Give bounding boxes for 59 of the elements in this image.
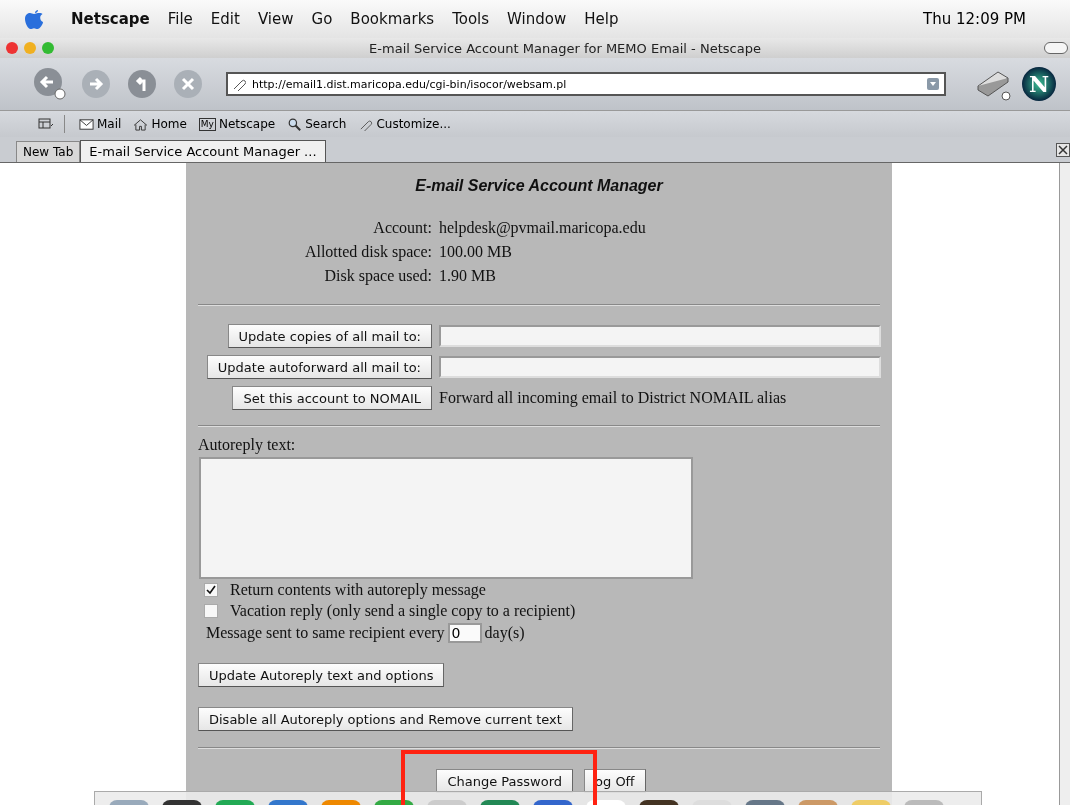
unit-label: day(s)	[484, 624, 525, 642]
dropdown-icon[interactable]	[926, 77, 940, 91]
field-label: Message sent to same recipient every	[206, 624, 445, 642]
menu-item[interactable]: Tools	[443, 10, 499, 28]
bookmark-button[interactable]: My Netscape	[194, 117, 280, 131]
scrollbar[interactable]	[1059, 163, 1070, 805]
clock: Thu 12:09 PM	[923, 10, 1026, 28]
page-heading: E-mail Service Account Manager	[414, 177, 665, 195]
window-title: E-mail Service Account Manager for MEMO Email - Netscape	[368, 40, 762, 56]
browser-tab[interactable]: New Tab	[16, 141, 81, 162]
menu-item[interactable]: Help	[575, 10, 628, 28]
menu-item[interactable]: Netscape	[62, 10, 159, 28]
form-button[interactable]: Update autoforward all mail to:	[206, 355, 432, 379]
bookmark-button[interactable]: Mail	[75, 117, 126, 131]
email-field[interactable]	[439, 356, 881, 378]
info-label: Disk space used:	[323, 266, 432, 287]
envelope-icon	[79, 117, 94, 131]
toolbar-toggle-button[interactable]	[1044, 42, 1068, 54]
menu-item[interactable]: View	[248, 10, 303, 28]
menu-item[interactable]: File	[158, 10, 202, 28]
checkbox[interactable]	[204, 583, 218, 597]
apple-logo-icon[interactable]	[24, 8, 44, 30]
info-value: 100.00 MB	[439, 242, 513, 262]
menu-item[interactable]: Edit	[201, 10, 249, 28]
email-field[interactable]	[439, 325, 881, 347]
days-field[interactable]: 0	[447, 623, 482, 643]
menu-item[interactable]: Window	[498, 10, 576, 28]
back-icon[interactable]	[32, 66, 68, 102]
minimize-button[interactable]	[24, 42, 36, 54]
bookmark-button[interactable]: Customize...	[354, 117, 455, 131]
zoom-button[interactable]	[42, 42, 54, 54]
form-button[interactable]: Update Autoreply text and options	[198, 663, 445, 687]
browser-tab[interactable]: E-mail Service Account Manager ...	[80, 140, 326, 162]
close-tab-icon[interactable]	[1056, 143, 1070, 157]
my-badge: My	[198, 117, 216, 131]
form-button[interactable]: Update copies of all mail to:	[227, 324, 432, 348]
close-button[interactable]	[6, 42, 18, 54]
info-value: helpdesk@pvmail.maricopa.edu	[439, 218, 647, 239]
menu-item[interactable]: Bookmarks	[341, 10, 444, 28]
info-label: Allotted disk space:	[303, 242, 432, 263]
checkbox-label: Return contents with autoreply message	[230, 581, 486, 599]
bookmark-button[interactable]: Home	[129, 117, 191, 131]
checkbox[interactable]	[204, 604, 218, 618]
description-text: Forward all incoming email to District NOMAIL alias	[439, 389, 788, 407]
field-label: Autoreply text:	[198, 436, 297, 454]
info-value: 1.90 MB	[439, 266, 497, 286]
sidebar-icon[interactable]	[38, 117, 54, 131]
checkbox-label: Vacation reply (only send a single copy to a recipient)	[230, 602, 576, 620]
address-field[interactable]: http://email1.dist.maricopa.edu/cgi-bin/isocor/websam.pl	[226, 72, 946, 96]
menu-item[interactable]: Go	[302, 10, 342, 28]
form-button[interactable]: Change Password	[436, 769, 574, 793]
house-icon	[133, 117, 149, 131]
search-icon	[287, 117, 303, 131]
form-button[interactable]: Set this account to NOMAIL	[232, 386, 432, 410]
autoreply-field[interactable]	[199, 457, 693, 579]
info-label: Account:	[372, 218, 432, 238]
form-button[interactable]: Disable all Autoreply options and Remove current text	[198, 707, 573, 731]
bookmark-button[interactable]: Search	[283, 117, 351, 131]
netscape-logo[interactable]: N	[1022, 67, 1056, 101]
